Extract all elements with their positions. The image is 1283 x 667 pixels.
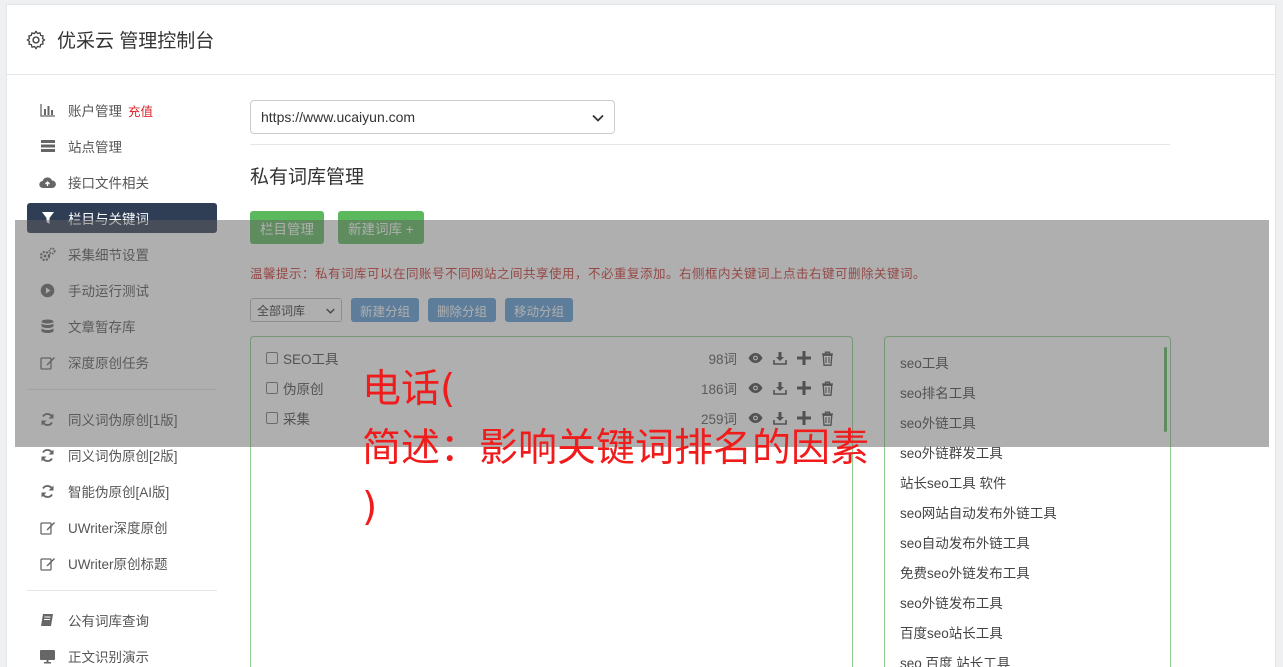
- keyword-item[interactable]: seo排名工具: [885, 377, 1170, 407]
- gear-icon: [25, 29, 47, 51]
- keyword-item[interactable]: seo自动发布外链工具: [885, 527, 1170, 557]
- cloud-upload-icon: [39, 174, 56, 191]
- delete-group-button[interactable]: 删除分组: [428, 298, 497, 322]
- scrollbar[interactable]: [1164, 347, 1167, 432]
- sidebar-item-group2-1[interactable]: 同义词伪原创[2版]: [27, 440, 217, 470]
- keyword-item[interactable]: 站长seo工具 软件: [885, 467, 1170, 497]
- header: 优采云 管理控制台: [7, 5, 1275, 75]
- edit-icon: [39, 555, 56, 572]
- keyword-item[interactable]: seo外链群发工具: [885, 437, 1170, 467]
- sidebar-item-label: 采集细节设置: [68, 248, 149, 263]
- page-title: 优采云 管理控制台: [57, 31, 215, 52]
- filter-icon: [39, 210, 56, 227]
- sidebar-item-label: UWriter原创标题: [68, 557, 168, 572]
- sidebar-item-group3-0[interactable]: 公有词库查询: [27, 605, 217, 635]
- sidebar-item-group2-2[interactable]: 智能伪原创[AI版]: [27, 476, 217, 506]
- sidebar-item-group1-6[interactable]: 文章暂存库: [27, 311, 217, 341]
- chevron-down-icon: [592, 109, 604, 125]
- refresh-icon: [39, 483, 56, 500]
- sidebar-item-group1-3[interactable]: 栏目与关键词: [27, 203, 217, 233]
- cogs-icon: [39, 246, 56, 263]
- sidebar-divider: [27, 590, 217, 591]
- library-checkbox[interactable]: [266, 352, 278, 364]
- sidebar-item-label: 同义词伪原创[2版]: [68, 449, 178, 464]
- console-frame: 优采云 管理控制台 账户管理 充值站点管理接口文件相关 栏目与关键词 采集细节设置 手动…: [6, 4, 1276, 667]
- move-group-button[interactable]: 移动分组: [505, 298, 574, 322]
- main-content: https://www.ucaiyun.com 私有词库管理 栏目管理 新建词库…: [250, 100, 1171, 667]
- sidebar-item-label: 同义词伪原创[1版]: [68, 413, 178, 428]
- sidebar-item-group1-0[interactable]: 账户管理 充值: [27, 95, 217, 125]
- library-filter-select[interactable]: 全部词库: [250, 298, 342, 322]
- sidebar-item-group1-2[interactable]: 接口文件相关: [27, 167, 217, 197]
- sidebar-item-group1-4[interactable]: 采集细节设置: [27, 239, 217, 269]
- chevron-down-icon: [326, 303, 335, 317]
- sidebar-item-label: 文章暂存库: [68, 320, 136, 335]
- sidebar-item-label: 账户管理: [68, 104, 122, 119]
- sidebar-item-group2-4[interactable]: UWriter原创标题: [27, 548, 217, 578]
- sidebar-item-label: 栏目与关键词: [68, 212, 149, 227]
- site-select-value: https://www.ucaiyun.com: [261, 109, 416, 125]
- sidebar-item-label: 正文识别演示: [68, 650, 149, 665]
- keyword-item[interactable]: seo外链工具: [885, 407, 1170, 437]
- keyword-list-panel[interactable]: seo工具 seo排名工具 seo外链工具 seo外链群发工具 站长seo工具 软件 se…: [884, 336, 1171, 667]
- library-filter-value: 全部词库: [257, 303, 306, 318]
- keyword-item[interactable]: seo工具: [885, 347, 1170, 377]
- sidebar-item-group1-7[interactable]: 深度原创任务: [27, 347, 217, 377]
- play-circle-icon: [39, 282, 56, 299]
- keyword-item[interactable]: seo外链发布工具: [885, 587, 1170, 617]
- desktop-icon: [39, 648, 56, 665]
- server-icon: [39, 138, 56, 155]
- sidebar-item-label: 站点管理: [68, 140, 122, 155]
- new-group-button[interactable]: 新建分组: [351, 298, 420, 322]
- sidebar-item-label: 接口文件相关: [68, 176, 149, 191]
- keyword-item[interactable]: seo 百度 站长工具: [885, 647, 1170, 667]
- refresh-icon: [39, 411, 56, 428]
- edit-icon: [39, 354, 56, 371]
- recharge-link[interactable]: 充值: [128, 101, 153, 120]
- new-library-button[interactable]: 新建词库 +: [338, 211, 424, 244]
- book-icon: [39, 612, 56, 629]
- sidebar: 账户管理 充值站点管理接口文件相关 栏目与关键词 采集细节设置 手动运行测试 文章暂存库深…: [27, 95, 217, 667]
- keyword-item[interactable]: 免费seo外链发布工具: [885, 557, 1170, 587]
- divider: [250, 144, 1170, 145]
- section-title: 私有词库管理: [250, 167, 365, 188]
- sidebar-item-group1-5[interactable]: 手动运行测试: [27, 275, 217, 305]
- sidebar-item-label: 深度原创任务: [68, 356, 149, 371]
- sidebar-item-label: 手动运行测试: [68, 284, 149, 299]
- sidebar-item-label: 公有词库查询: [68, 614, 149, 629]
- site-select[interactable]: https://www.ucaiyun.com: [250, 100, 615, 134]
- sidebar-item-label: UWriter深度原创: [68, 521, 168, 536]
- watermark-text: 电话( 简述：影响关键词排名的因素 ): [362, 367, 870, 530]
- sidebar-divider: [27, 389, 217, 390]
- keyword-item[interactable]: seo网站自动发布外链工具: [885, 497, 1170, 527]
- keyword-item[interactable]: 百度seo站长工具: [885, 617, 1170, 647]
- library-checkbox[interactable]: [266, 412, 278, 424]
- bar-chart-icon: [39, 102, 56, 119]
- sidebar-item-group1-1[interactable]: 站点管理: [27, 131, 217, 161]
- sidebar-item-label: 智能伪原创[AI版]: [68, 485, 170, 500]
- sidebar-item-group3-1[interactable]: 正文识别演示: [27, 641, 217, 667]
- column-manage-button[interactable]: 栏目管理: [250, 211, 324, 244]
- library-checkbox[interactable]: [266, 382, 278, 394]
- database-icon: [39, 318, 56, 335]
- sidebar-item-group2-0[interactable]: 同义词伪原创[1版]: [27, 404, 217, 434]
- refresh-icon: [39, 447, 56, 464]
- sidebar-item-group2-3[interactable]: UWriter深度原创: [27, 512, 217, 542]
- edit-icon: [39, 519, 56, 536]
- tip-text: 温馨提示：私有词库可以在同账号不同网站之间共享使用，不必重复添加。右侧框内关键词…: [250, 267, 927, 281]
